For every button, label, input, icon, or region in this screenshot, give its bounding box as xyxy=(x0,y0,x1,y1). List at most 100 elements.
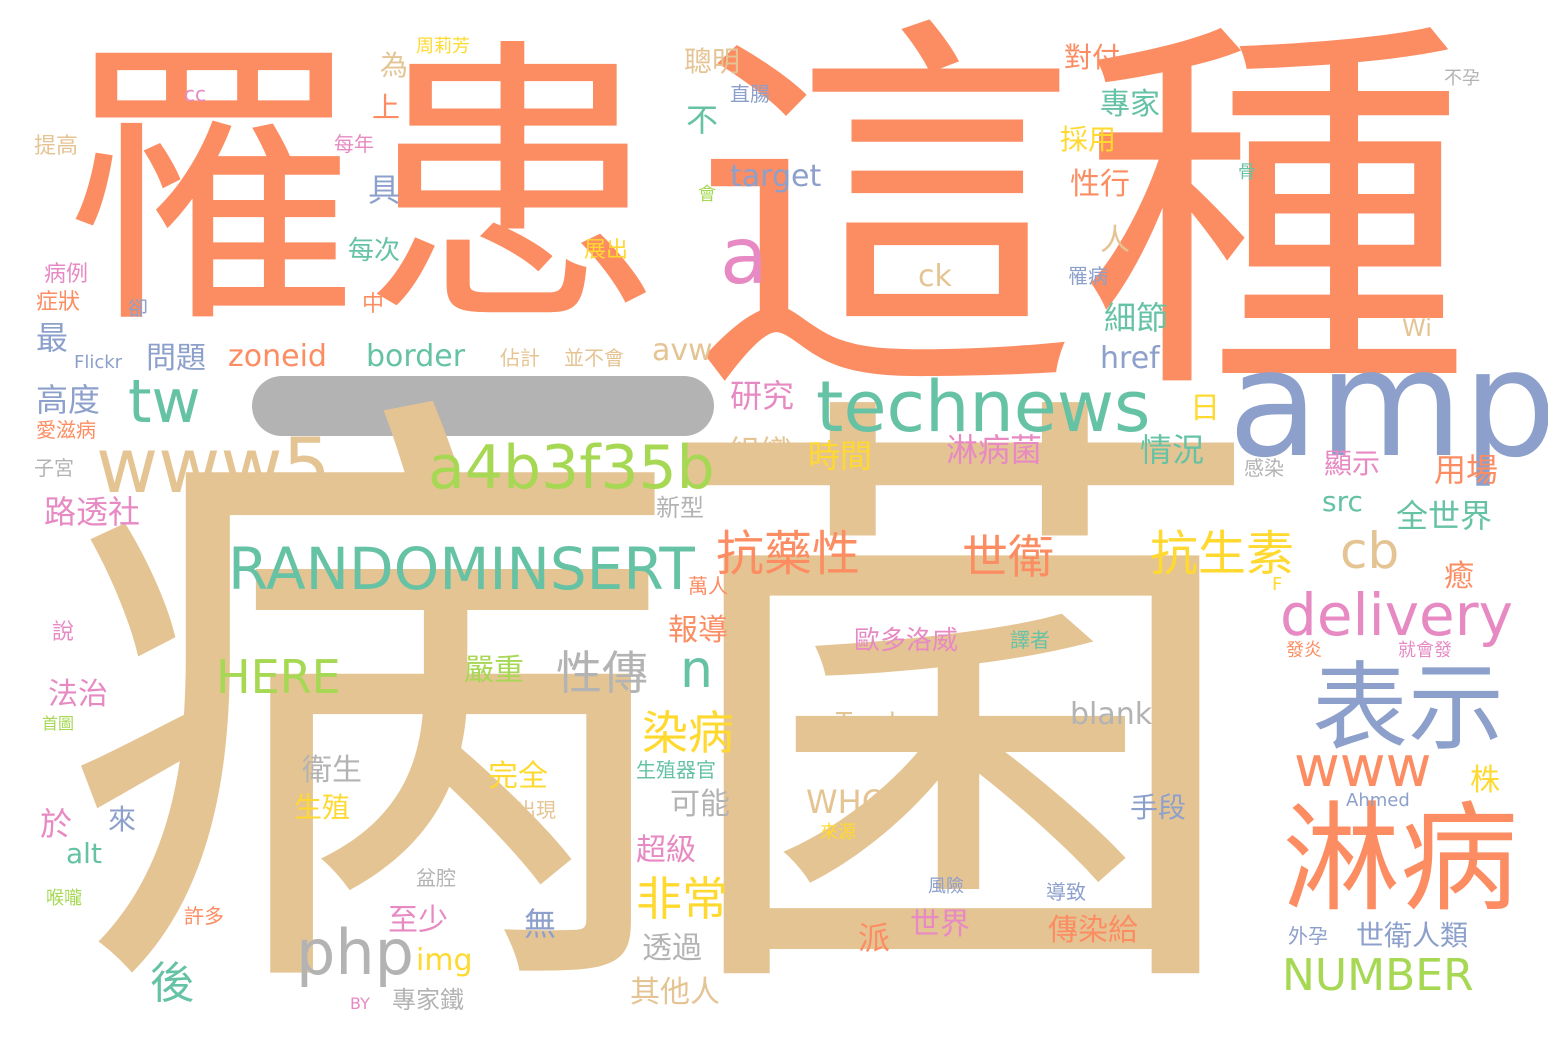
word-yan-jiu: 研究 xyxy=(730,377,795,415)
word-yi-zhe: 譯者 xyxy=(1010,628,1050,652)
word-quan-shi-jie: 全世界 xyxy=(1396,497,1493,535)
word-chu-xian: 出現 xyxy=(516,798,556,822)
word-yong-chang: 用場 xyxy=(1434,451,1499,489)
word-cluo-bing: 罹病 xyxy=(1068,264,1108,288)
word-teodora: Teodora xyxy=(836,708,939,738)
word-n: n xyxy=(680,640,713,700)
word-xu-duo: 許多 xyxy=(184,904,224,928)
word-zoneid: zoneid xyxy=(228,339,327,374)
word-cc: cc xyxy=(184,82,206,106)
word-shuo: 說 xyxy=(52,620,75,645)
word-randominsert: RANDOMINSERT xyxy=(228,535,695,603)
word-who: WHO xyxy=(806,783,887,821)
word-xing-xing: 性行 xyxy=(1070,167,1130,202)
word-wai-yun: 外孕 xyxy=(1288,924,1328,948)
word-a: a xyxy=(720,212,768,302)
word-ri: 日 xyxy=(1190,391,1220,426)
word-gu: 骨 xyxy=(1238,162,1256,183)
word-cai-yong: 採用 xyxy=(1060,123,1117,156)
word-gan-ran: 感染 xyxy=(1244,456,1284,480)
word-sheng-zhi: 生殖 xyxy=(294,791,351,824)
word-zhi-chang: 直腸 xyxy=(730,82,770,106)
word-lin-bing: 淋病 xyxy=(1282,790,1519,928)
word-lai: 來 xyxy=(108,803,137,836)
word-fa-yan: 發炎 xyxy=(1286,640,1322,661)
word-zhuan-jia-tie: 專家鐵 xyxy=(392,986,464,1014)
word-cb: cb xyxy=(1340,522,1400,580)
word-hou: 後 xyxy=(150,958,194,1009)
word-bu-yun: 不孕 xyxy=(1444,68,1480,89)
word-avw: avw xyxy=(652,333,713,368)
word-f: F xyxy=(1272,574,1283,595)
word-delivery: delivery xyxy=(1280,581,1513,649)
word-number: NUMBER xyxy=(1282,950,1474,1001)
word-alt: alt xyxy=(66,837,102,870)
word-zheng-zhuang: 症狀 xyxy=(36,290,81,315)
word-kang-sheng-su: 抗生素 xyxy=(1150,526,1295,582)
word-yan-zhong: 嚴重 xyxy=(464,653,524,688)
word-wen-ti: 問題 xyxy=(146,341,206,376)
word-shi-jian: 時間 xyxy=(808,437,873,475)
word-xing-chuan: 性傳 xyxy=(556,646,648,700)
word-lin-bing-jun: 淋病菌 xyxy=(946,431,1043,469)
word-xi-jie: 細節 xyxy=(1104,299,1169,337)
word-qi-ta-ren: 其他人 xyxy=(630,975,720,1010)
word-que: 卻 xyxy=(128,296,148,320)
word-wan-quan: 完全 xyxy=(488,759,548,794)
word-a4b3f35b: a4b3f35b xyxy=(428,433,715,503)
word-border: border xyxy=(366,339,466,374)
word-feng-xian: 風險 xyxy=(928,876,964,897)
word-dui-fu: 對付 xyxy=(1064,41,1121,74)
word-shou-duan: 手段 xyxy=(1130,791,1187,824)
word-bu: 不 xyxy=(686,101,719,139)
word-mei-ci: 每次 xyxy=(348,236,401,266)
word-lu-tou-she: 路透社 xyxy=(44,493,141,531)
word-zhong: 中 xyxy=(362,292,385,317)
word-ran-bing: 染病 xyxy=(642,706,734,760)
word-www: www xyxy=(1294,735,1432,800)
word-zhu: 株 xyxy=(1470,763,1500,798)
word-wei: 為 xyxy=(380,49,409,82)
word-wan-ren: 萬人 xyxy=(688,574,728,598)
word-chao-ji: 超級 xyxy=(636,833,696,868)
word-zhou-li-fang: 周莉芳 xyxy=(416,36,470,57)
word-tou-guo: 透過 xyxy=(642,931,702,966)
word-xian-shi: 顯示 xyxy=(1324,447,1381,480)
word-gao-du: 高度 xyxy=(36,381,101,419)
word-shi-wei: 世衛 xyxy=(962,530,1054,584)
word-zhuan-jia: 專家 xyxy=(1100,87,1160,122)
word-zui: 最 xyxy=(36,319,69,357)
word-shang: 上 xyxy=(372,91,401,124)
word-zhi-shao: 至少 xyxy=(388,903,448,938)
word-target: target xyxy=(730,159,822,194)
word-shi-wei-ren-lei: 世衛人類 xyxy=(1356,919,1469,952)
word-by: BY xyxy=(350,994,370,1013)
word-pai: 派 xyxy=(858,919,891,957)
word-href: href xyxy=(1100,341,1160,376)
word-chuan-ran-gei: 傳染給 xyxy=(1048,913,1138,948)
word-src: src xyxy=(1322,485,1363,518)
word-wei-sheng: 衛生 xyxy=(302,753,362,788)
word-cloud: 罹患 這種 病菌 amp 淋病 表示 technews www5 a4b3f35… xyxy=(0,0,1548,1052)
word-fei-chang: 非常 xyxy=(636,872,728,926)
word-pen-qiang: 盆腔 xyxy=(416,866,456,890)
word-wu: 無 xyxy=(524,905,557,943)
word-ck: ck xyxy=(918,259,952,294)
word-blank: blank xyxy=(1070,697,1153,732)
word-tw: tw xyxy=(128,367,201,437)
word-jiu-hui-fa: 就會發 xyxy=(1398,640,1452,661)
word-here: HERE xyxy=(216,650,341,704)
word-gu-ji: 佔計 xyxy=(500,346,540,370)
word-dao-zhi: 導致 xyxy=(1046,880,1086,904)
word-kang-yao-xing: 抗藥性 xyxy=(716,526,861,582)
word-bing-bu-hui: 並不會 xyxy=(564,346,624,370)
word-qing-kuang: 情況 xyxy=(1140,431,1205,469)
word-zi-gong: 子宮 xyxy=(34,456,74,480)
word-zhan-chu: 展出 xyxy=(584,238,629,263)
word-bing-li: 病例 xyxy=(44,262,89,287)
word-cong-ming: 聰明 xyxy=(684,45,741,78)
word-ti-gao: 提高 xyxy=(34,134,79,159)
word-sheng-zhi-qi-guan: 生殖器官 xyxy=(636,758,716,782)
word-zu-zhi: 組織 xyxy=(728,433,793,471)
word-shi-jie: 世界 xyxy=(910,907,970,942)
